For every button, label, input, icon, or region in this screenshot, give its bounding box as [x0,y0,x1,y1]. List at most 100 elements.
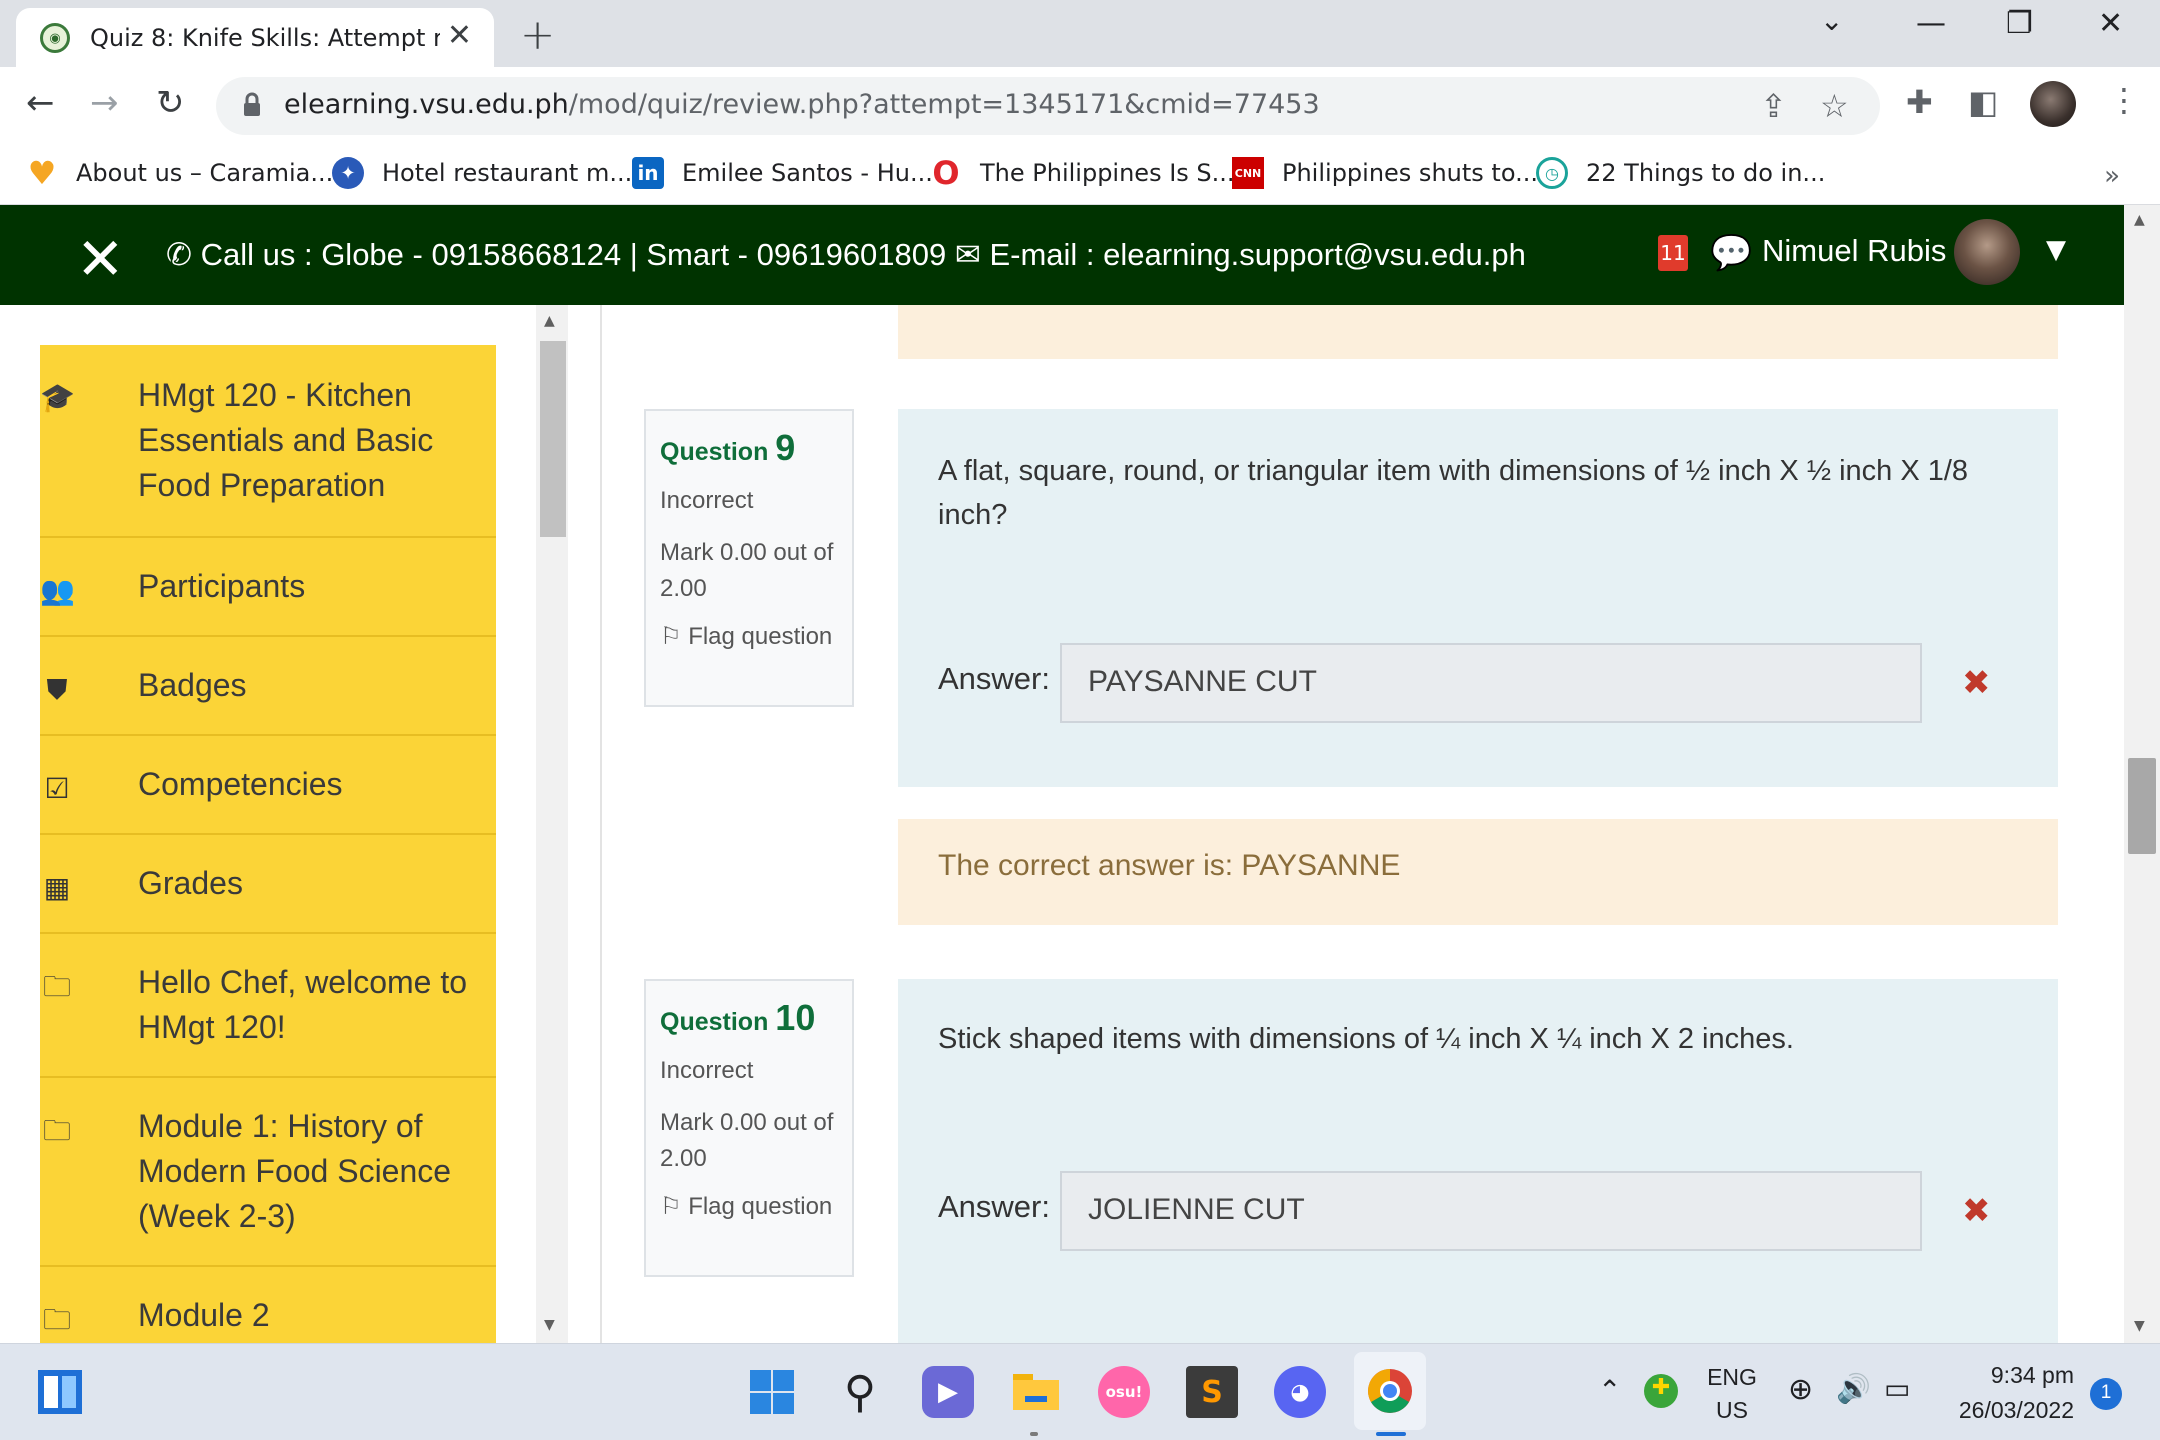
back-arrow-icon[interactable]: ← [26,83,55,123]
lock-icon [244,92,260,116]
correct-answer-feedback: The correct answer is: PAYSANNE [898,819,2058,925]
sidebar-scroll-thumb[interactable] [540,341,566,537]
start-windows-icon[interactable] [746,1366,798,1418]
question-info-9: Question 9 Incorrect Mark 0.00 out of 2.… [644,409,854,707]
tab-strip: ◉ Quiz 8: Knife Skills: Attempt revie ✕ … [0,0,2160,68]
shield-icon: ⛊ [46,674,68,705]
sidebar-item-module-2[interactable]: 🗀 Module 2 [40,1267,496,1343]
minimize-button[interactable]: — [1916,6,1946,41]
tray-overflow-icon[interactable]: ⌃ [1598,1374,1621,1407]
osu-icon[interactable]: osu! [1098,1366,1150,1418]
tab-title: Quiz 8: Knife Skills: Attempt revie [90,24,440,52]
opera-icon: O [932,154,960,192]
volume-icon[interactable]: 🔊 [1836,1372,1871,1405]
reload-icon[interactable]: ↻ [156,83,185,123]
share-icon[interactable]: ⇪ [1760,87,1787,125]
language-indicator[interactable]: ENG US [1700,1364,1764,1424]
bookmark-item[interactable]: ♥ About us – Caramia... [26,153,334,193]
chrome-menu-icon[interactable]: ⋮ [2108,81,2140,119]
restore-button[interactable]: ❐ [2006,6,2033,41]
file-explorer-icon[interactable] [1010,1366,1062,1418]
heart-icon: ♥ [27,154,57,192]
clock[interactable]: 9:34 pm 26/03/2022 [1944,1362,2074,1424]
incorrect-icon: ✖ [1962,663,1991,703]
discord-icon[interactable]: ◕ [1274,1366,1326,1418]
bookmark-item[interactable]: ✦ Hotel restaurant m... [332,153,632,193]
flag-question-link[interactable]: ⚐ Flag question [660,619,838,655]
sidebar-item-hello-chef[interactable]: 🗀 Hello Chef, welcome to HMgt 120! [40,934,496,1078]
bookmark-item[interactable]: ◷ 22 Things to do in... [1536,153,1825,193]
chat-bubble-icon[interactable]: 💬 [1710,233,1752,273]
folder-icon: 🗀 [42,1115,71,1146]
notification-count-badge[interactable]: 1 [2090,1378,2122,1410]
browser-tab[interactable]: ◉ Quiz 8: Knife Skills: Attempt revie ✕ [16,8,494,68]
answer-field[interactable]: JOLIENNE CUT [1060,1171,1922,1251]
scroll-up-arrow-icon[interactable]: ▲ [544,313,555,329]
incorrect-icon: ✖ [1962,1191,1991,1231]
tab-search-icon[interactable]: ⌄ [1820,4,1843,37]
bookmark-item[interactable]: in Emilee Santos - Hu... [632,153,933,193]
sidebar-item-module-1[interactable]: 🗀 Module 1: History of Modern Food Scien… [40,1078,496,1267]
extensions-puzzle-icon[interactable]: ✚ [1906,83,1933,121]
question-grade: Mark 0.00 out of 2.00 [660,539,834,602]
address-bar[interactable]: elearning.vsu.edu.ph/mod/quiz/review.php… [216,77,1880,135]
question-text: Stick shaped items with dimensions of ¼ … [938,1023,1794,1055]
sublime-text-icon[interactable]: S [1186,1366,1238,1418]
sidebar-item-participants[interactable]: 👥 Participants [40,538,496,637]
phone-icon: ✆ [166,237,201,272]
compass-icon: ◷ [1536,157,1568,189]
question-content-9: A flat, square, round, or triangular ite… [898,409,2058,787]
widgets-icon[interactable] [34,1366,86,1418]
sidebar-item-grades[interactable]: ▦ Grades [40,835,496,934]
question-number: Question 9 [660,427,796,468]
bookmark-star-icon[interactable]: ☆ [1820,87,1849,125]
sidebar-item-course[interactable]: 🎓 HMgt 120 - Kitchen Essentials and Basi… [40,345,496,538]
flag-icon: ⚐ [660,1193,689,1220]
question-number: Question 10 [660,997,816,1038]
close-window-button[interactable]: ✕ [2098,6,2123,41]
page-scroll-thumb[interactable] [2128,758,2156,854]
course-sidebar: 🎓 HMgt 120 - Kitchen Essentials and Basi… [0,305,600,1343]
chrome-active-indicator [1376,1432,1406,1436]
globe-icon: ✦ [332,157,364,189]
close-drawer-icon[interactable]: ✕ [76,225,125,293]
user-name[interactable]: Nimuel Rubis [1762,233,1946,269]
page-scroll-up-icon[interactable]: ▲ [2134,212,2145,228]
new-tab-button[interactable]: + [520,10,555,59]
answer-field[interactable]: PAYSANNE CUT [1060,643,1922,723]
course-menu: 🎓 HMgt 120 - Kitchen Essentials and Basi… [40,345,496,1343]
teams-chat-icon[interactable]: ▶ [922,1366,974,1418]
bookmarks-bar: ♥ About us – Caramia... ✦ Hotel restaura… [0,143,2160,205]
contact-info: ✆ Call us : Globe - 09158668124 | Smart … [166,237,1526,272]
page-scroll-down-icon[interactable]: ▼ [2134,1318,2145,1334]
user-avatar[interactable] [1954,219,2020,285]
answer-label: Answer: [938,1189,1050,1224]
question-text: A flat, square, round, or triangular ite… [938,455,1969,531]
checkbox-icon: ☑ [44,773,70,804]
previous-question-feedback [898,305,2058,359]
battery-icon[interactable]: ▭ [1884,1372,1910,1405]
tab-close-icon[interactable]: ✕ [447,18,472,53]
scroll-down-arrow-icon[interactable]: ▼ [544,1317,555,1333]
side-panel-icon[interactable]: ◧ [1968,83,1998,121]
profile-avatar[interactable] [2030,81,2076,127]
flag-icon: ⚐ [660,623,689,650]
search-icon[interactable]: ⚲ [834,1366,886,1418]
site-header: ✕ ✆ Call us : Globe - 09158668124 | Smar… [0,205,2124,305]
network-globe-icon[interactable]: ⊕ [1788,1372,1813,1407]
flag-question-link[interactable]: ⚐ Flag question [660,1189,838,1225]
sidebar-item-competencies[interactable]: ☑ Competencies [40,736,496,835]
question-state: Incorrect [660,1057,754,1084]
user-menu-caret-icon[interactable]: ▼ [2046,235,2066,265]
sidebar-item-badges[interactable]: ⛊ Badges [40,637,496,736]
cnn-icon: CNN [1232,157,1264,189]
tray-app-icon[interactable]: ✚ [1644,1374,1678,1408]
bookmark-item[interactable]: O The Philippines Is S... [930,153,1234,193]
notification-bell-badge[interactable]: 11 [1658,235,1688,271]
chrome-icon[interactable] [1354,1352,1426,1430]
question-grade: Mark 0.00 out of 2.00 [660,1109,834,1172]
users-icon: 👥 [40,575,75,606]
forward-arrow-icon[interactable]: → [90,83,119,123]
bookmark-item[interactable]: CNN Philippines shuts to... [1232,153,1538,193]
more-bookmarks-icon[interactable]: » [2104,161,2120,191]
